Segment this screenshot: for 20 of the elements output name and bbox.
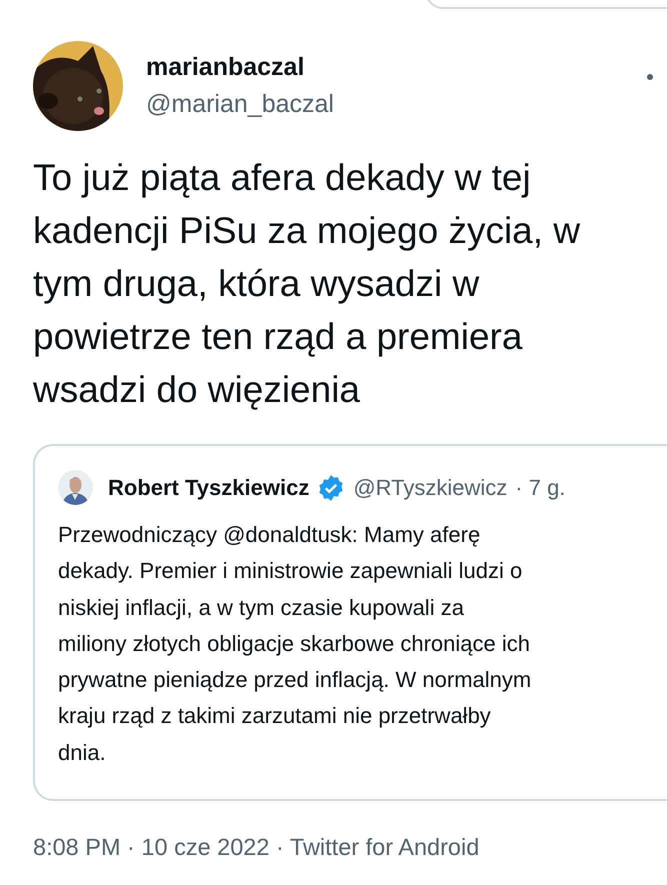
tweet-timestamp: 8:08 PM · 10 cze 2022 · Twitter for Android [33,834,480,860]
tweet-text-line: kadencji PiSu za mojego życia, w [33,209,582,253]
quoted-author-handle[interactable]: @RTyszkiewicz [353,474,508,500]
quoted-text-line: niskiej inflacji, a w tym czasie kupowali za [58,594,465,622]
quoted-text-line: prywatne pieniądze przed inflacją. W normalnym [58,666,532,694]
quoted-text-line: miliony złotych obligacje skarbowe chroniące ich [58,630,532,658]
quoted-text-line: kraju rząd z takimi zarzutami nie przetrwałby [58,702,492,730]
tweet-text-line: To już piąta afera dekady w tej [33,156,532,200]
tweet-text-line: powietrze ten rząd a premiera [33,315,524,359]
quoted-text-line: dnia. [58,738,107,767]
author-handle[interactable]: @marian_baczal [146,90,624,119]
quoted-tweet-card[interactable] [33,444,667,801]
quoted-author-name[interactable]: Robert Tyszkiewicz [108,474,310,500]
tweet-text-line: wsadzi do więzienia [33,368,362,412]
quoted-text-line: Przewodniczący @donaldtusk: Mamy aferę [58,521,482,549]
quoted-time: · 7 g. [515,474,566,500]
author-name[interactable]: marianbaczal [146,53,624,82]
more-icon[interactable] [647,74,653,80]
tweet-text-line: tym druga, która wysadzi w [33,262,480,306]
quoted-text-line: dekady. Premier i ministrowie zapewniali ludzi o [58,557,524,586]
